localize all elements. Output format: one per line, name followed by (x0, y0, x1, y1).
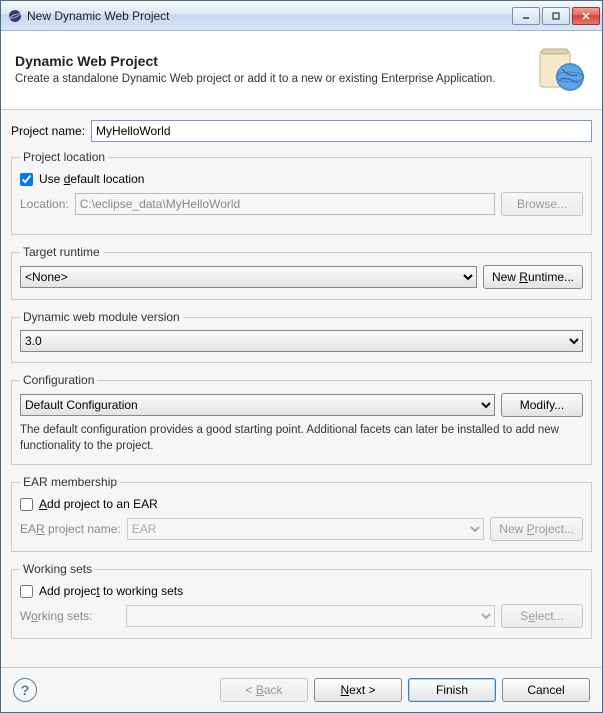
module-version-group: Dynamic web module version 3.0 (11, 310, 592, 363)
module-version-select[interactable]: 3.0 (20, 330, 583, 352)
module-version-legend: Dynamic web module version (20, 310, 183, 324)
project-name-input[interactable] (91, 120, 592, 142)
minimize-button[interactable] (512, 7, 540, 25)
help-icon[interactable]: ? (13, 678, 37, 702)
use-default-checkbox[interactable] (20, 173, 33, 186)
ear-name-label: EAR project name: (20, 522, 121, 536)
finish-button[interactable]: Finish (408, 678, 496, 702)
new-project-button: New Project... (490, 517, 583, 541)
ear-add-checkbox[interactable] (20, 498, 33, 511)
next-button[interactable]: Next > (314, 678, 402, 702)
window-title: New Dynamic Web Project (27, 9, 512, 23)
titlebar[interactable]: New Dynamic Web Project (1, 1, 602, 31)
project-location-group: Project location Use default location Lo… (11, 150, 592, 235)
globe-jar-icon (532, 41, 588, 97)
configuration-description: The default configuration provides a goo… (20, 423, 583, 454)
configuration-legend: Configuration (20, 373, 97, 387)
location-input (75, 193, 495, 215)
footer: ? < Back Next > Finish Cancel (1, 667, 602, 712)
ear-name-select: EAR (127, 518, 485, 540)
content-area: Project name: Project location Use defau… (1, 110, 602, 667)
ws-sets-label: Working sets: (20, 609, 120, 623)
working-sets-group: Working sets Add project to working sets… (11, 562, 592, 639)
use-default-label: Use default location (39, 172, 144, 186)
banner: Dynamic Web Project Create a standalone … (1, 31, 602, 110)
ws-select-button: Select... (501, 604, 583, 628)
ws-add-checkbox[interactable] (20, 585, 33, 598)
dialog-window: New Dynamic Web Project Dynamic Web Proj… (0, 0, 603, 713)
modify-button[interactable]: Modify... (501, 393, 583, 417)
ear-group: EAR membership Add project to an EAR EAR… (11, 475, 592, 552)
target-runtime-group: Target runtime <None> New Runtime... (11, 245, 592, 300)
back-button: < Back (220, 678, 308, 702)
banner-subtitle: Create a standalone Dynamic Web project … (15, 73, 532, 85)
window-controls (512, 7, 600, 25)
new-runtime-button[interactable]: New Runtime... (483, 265, 583, 289)
project-location-legend: Project location (20, 150, 108, 164)
cancel-button[interactable]: Cancel (502, 678, 590, 702)
eclipse-icon (7, 8, 23, 24)
banner-title: Dynamic Web Project (15, 53, 532, 69)
close-button[interactable] (572, 7, 600, 25)
location-label: Location: (20, 197, 69, 211)
working-sets-legend: Working sets (20, 562, 95, 576)
ws-sets-select (126, 605, 495, 627)
ear-add-label: Add project to an EAR (39, 497, 158, 511)
configuration-group: Configuration Default Configuration Modi… (11, 373, 592, 465)
project-name-label: Project name: (11, 124, 85, 138)
ear-legend: EAR membership (20, 475, 120, 489)
maximize-button[interactable] (542, 7, 570, 25)
target-runtime-select[interactable]: <None> (20, 266, 477, 288)
browse-button: Browse... (501, 192, 583, 216)
target-runtime-legend: Target runtime (20, 245, 103, 259)
configuration-select[interactable]: Default Configuration (20, 394, 495, 416)
ws-add-label: Add project to working sets (39, 584, 183, 598)
